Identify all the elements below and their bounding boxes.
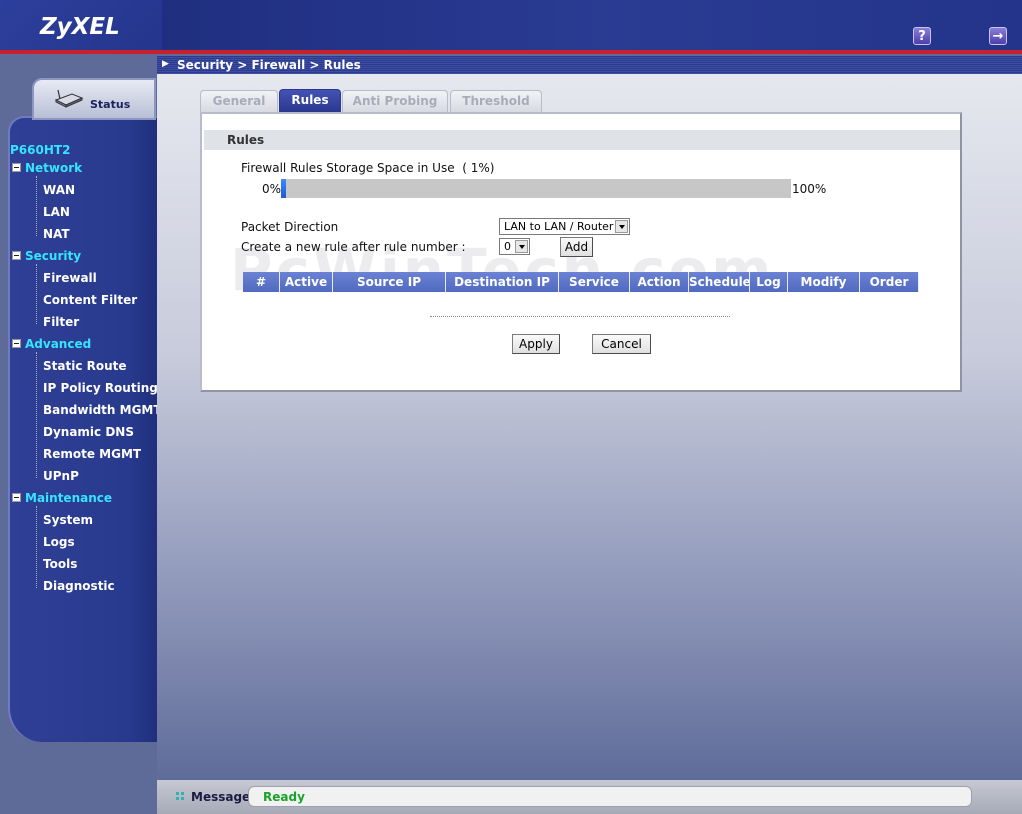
nav-item-nat[interactable]: NAT	[43, 227, 70, 241]
nav-item-content-filter[interactable]: Content Filter	[43, 293, 137, 307]
storage-label: Firewall Rules Storage Space in Use ( 1%…	[241, 161, 494, 175]
question-icon[interactable]: ?	[913, 27, 931, 45]
nav-item-wan[interactable]: WAN	[43, 183, 75, 197]
logo-area: ZyXEL	[0, 0, 162, 52]
nav-category-maintenance[interactable]: Maintenance	[12, 491, 112, 505]
collapse-icon	[12, 339, 21, 348]
nav-item-firewall[interactable]: Firewall	[43, 271, 97, 285]
nav-item-bandwidth-mgmt[interactable]: Bandwidth MGMT	[43, 403, 162, 417]
column-header-log: Log	[750, 272, 788, 292]
packet-direction-label: Packet Direction	[241, 220, 339, 234]
header: ZyXEL ? →	[0, 0, 1022, 54]
column-header-source-ip: Source IP	[333, 272, 446, 292]
nav-item-upnp[interactable]: UPnP	[43, 469, 79, 483]
nav-item-logs[interactable]: Logs	[43, 535, 75, 549]
packet-direction-select[interactable]: LAN to LAN / Router	[499, 218, 630, 235]
status-tab[interactable]: Status	[32, 78, 156, 120]
bar-min-label: 0%	[262, 182, 282, 196]
column-header-modify: Modify	[788, 272, 860, 292]
nav-item-remote-mgmt[interactable]: Remote MGMT	[43, 447, 141, 461]
nav-item-ip-policy-routing[interactable]: IP Policy Routing	[43, 381, 158, 395]
tree-line	[36, 506, 37, 588]
nav-item-system[interactable]: System	[43, 513, 93, 527]
add-button[interactable]: Add	[560, 237, 593, 257]
nav-item-lan[interactable]: LAN	[43, 205, 70, 219]
nav-category-security[interactable]: Security	[12, 249, 81, 263]
nav-category-advanced[interactable]: Advanced	[12, 337, 91, 351]
storage-percent: ( 1%)	[462, 161, 495, 175]
status-label: Status	[90, 98, 131, 111]
breadcrumb: Security > Firewall > Rules	[177, 58, 361, 72]
tree-line	[36, 176, 37, 236]
message-icon	[176, 792, 185, 801]
collapse-icon	[12, 163, 21, 172]
message-bar: Message Ready	[157, 780, 1022, 814]
column-header-order: Order	[860, 272, 919, 292]
cancel-button[interactable]: Cancel	[592, 334, 651, 354]
logout-icon[interactable]: →	[989, 27, 1007, 45]
tab-rules[interactable]: Rules	[279, 89, 341, 112]
nav-item-diagnostic[interactable]: Diagnostic	[43, 579, 115, 593]
collapse-icon	[12, 251, 21, 260]
message-text: Ready	[263, 790, 305, 804]
nav-category-network[interactable]: Network	[12, 161, 82, 175]
tab-threshold[interactable]: Threshold	[450, 90, 542, 112]
nav-category-label: Maintenance	[25, 491, 113, 505]
message-box: Ready	[248, 786, 972, 807]
nav-item-dynamic-dns[interactable]: Dynamic DNS	[43, 425, 134, 439]
nav-item-tools[interactable]: Tools	[43, 557, 77, 571]
column-header-destination-ip: Destination IP	[446, 272, 559, 292]
column-header-active: Active	[280, 272, 333, 292]
column-header-schedule: Schedule	[689, 272, 750, 292]
sidebar: Status P660HT2 Network WAN LAN NAT Secur…	[0, 54, 162, 794]
breadcrumb-bar: ▶ Security > Firewall > Rules	[156, 56, 1022, 74]
message-label: Message	[191, 790, 251, 804]
chevron-down-icon	[615, 220, 628, 233]
rule-number-select[interactable]: 0	[499, 238, 530, 255]
nav-category-label: Network	[25, 161, 83, 175]
router-icon	[54, 89, 84, 108]
tree-line	[36, 352, 37, 478]
storage-label-text: Firewall Rules Storage Space in Use	[241, 161, 455, 175]
tab-anti-probing[interactable]: Anti Probing	[342, 90, 448, 112]
separator	[430, 316, 730, 317]
breadcrumb-arrow-icon: ▶	[162, 59, 169, 69]
collapse-icon	[12, 493, 21, 502]
tree-line	[36, 264, 37, 324]
nav-category-label: Security	[25, 249, 82, 263]
new-rule-label: Create a new rule after rule number :	[241, 240, 466, 254]
nav-item-filter[interactable]: Filter	[43, 315, 79, 329]
column-header-action: Action	[630, 272, 689, 292]
storage-progress-fill	[281, 179, 287, 198]
device-model: P660HT2	[10, 143, 71, 157]
chevron-down-icon	[515, 240, 528, 253]
packet-direction-value: LAN to LAN / Router	[504, 220, 614, 233]
storage-progress-bar	[281, 179, 791, 198]
nav-item-static-route[interactable]: Static Route	[43, 359, 127, 373]
apply-button[interactable]: Apply	[512, 334, 560, 354]
bar-max-label: 100%	[792, 182, 827, 196]
panel-title: Rules	[204, 130, 960, 150]
zyxel-logo: ZyXEL	[40, 14, 120, 40]
column-header-number: #	[243, 272, 280, 292]
tab-general[interactable]: General	[200, 90, 278, 112]
nav-category-label: Advanced	[25, 337, 92, 351]
rule-number-value: 0	[504, 240, 511, 253]
column-header-service: Service	[559, 272, 630, 292]
